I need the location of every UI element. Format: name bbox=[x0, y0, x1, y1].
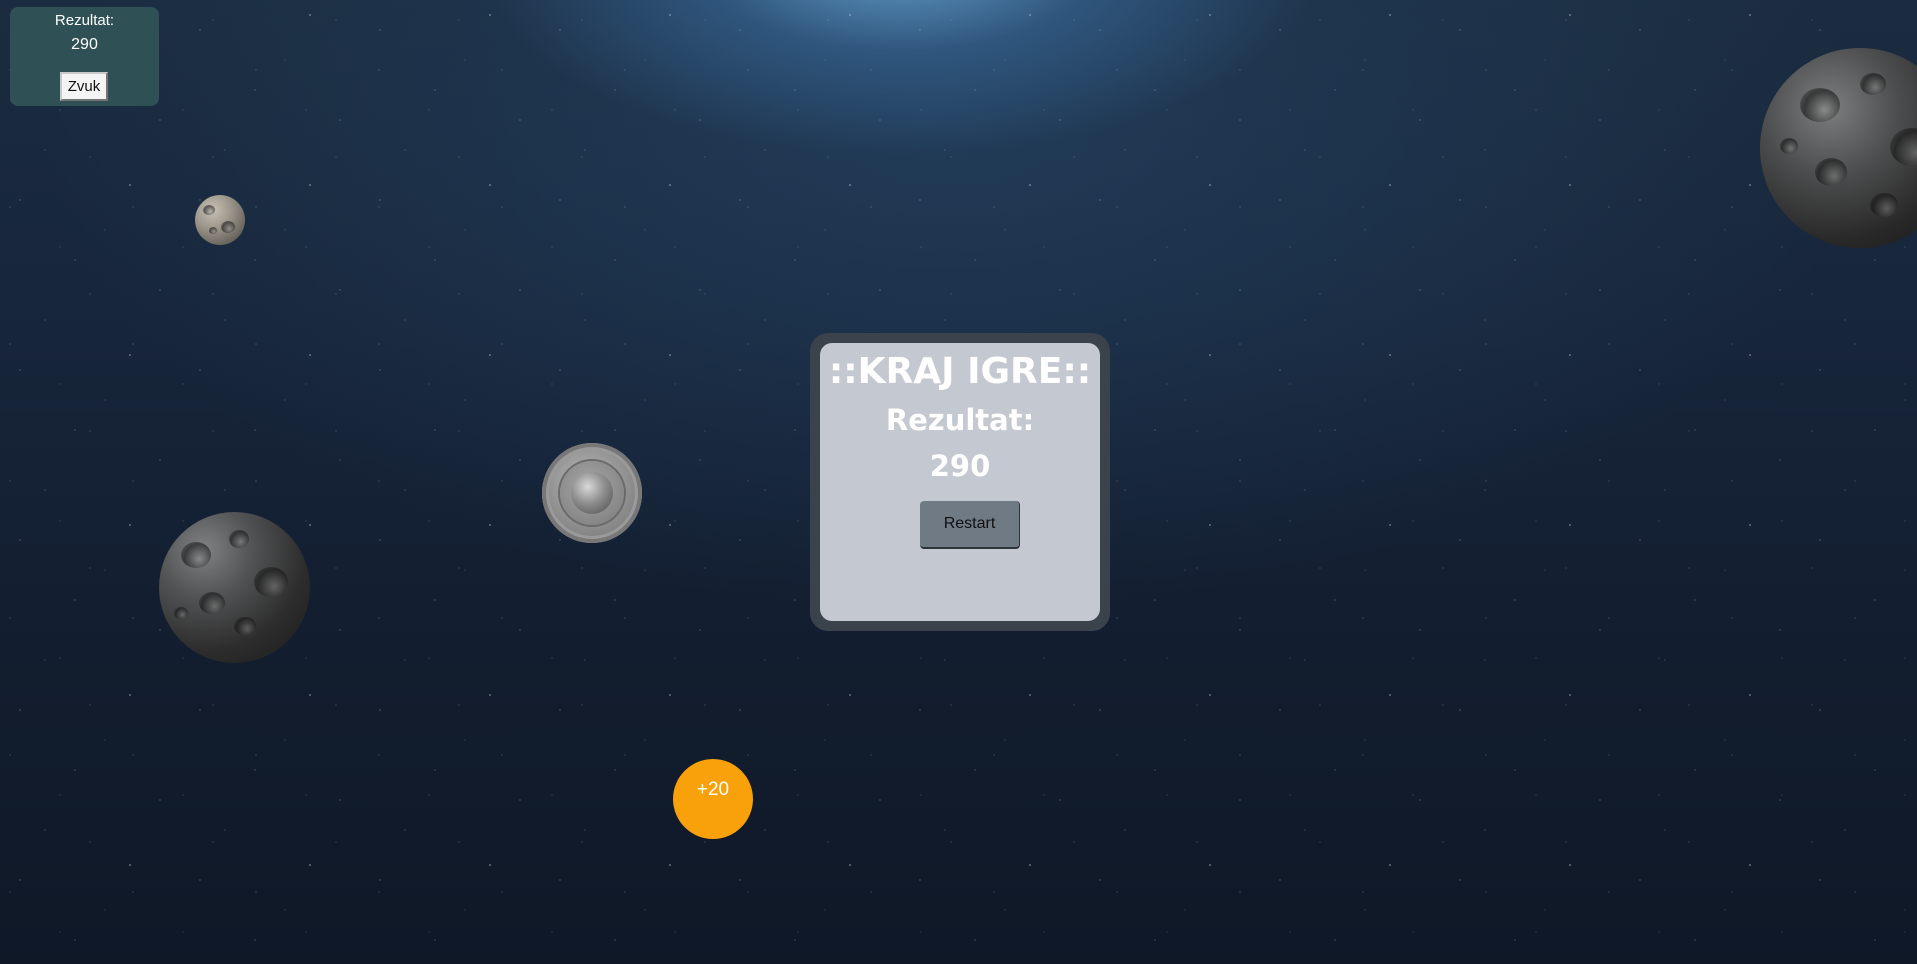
asteroid-small bbox=[195, 195, 245, 245]
final-score-label: Rezultat: bbox=[885, 403, 1035, 437]
game-over-title: ::KRAJ IGRE:: bbox=[828, 351, 1092, 392]
restart-button[interactable]: Restart bbox=[920, 501, 1020, 549]
asteroid-large bbox=[1760, 48, 1917, 248]
score-panel: Rezultat: 290 Zvuk bbox=[10, 7, 159, 106]
score-value: 290 bbox=[71, 36, 98, 53]
ship-core bbox=[571, 472, 613, 514]
asteroid-large bbox=[159, 512, 310, 663]
game-over-body: ::KRAJ IGRE:: Rezultat: 290 Restart bbox=[820, 343, 1100, 621]
game-over-dialog: ::KRAJ IGRE:: Rezultat: 290 Restart bbox=[810, 333, 1110, 631]
player-ship[interactable] bbox=[542, 443, 642, 543]
score-label: Rezultat: bbox=[54, 12, 115, 29]
game-canvas[interactable]: Rezultat: 290 Zvuk +20 ::KRAJ IGRE:: Rez bbox=[0, 0, 1917, 964]
sound-toggle-button[interactable]: Zvuk bbox=[60, 72, 108, 101]
bonus-token[interactable]: +20 bbox=[673, 759, 753, 839]
final-score-value: 290 bbox=[929, 449, 991, 483]
